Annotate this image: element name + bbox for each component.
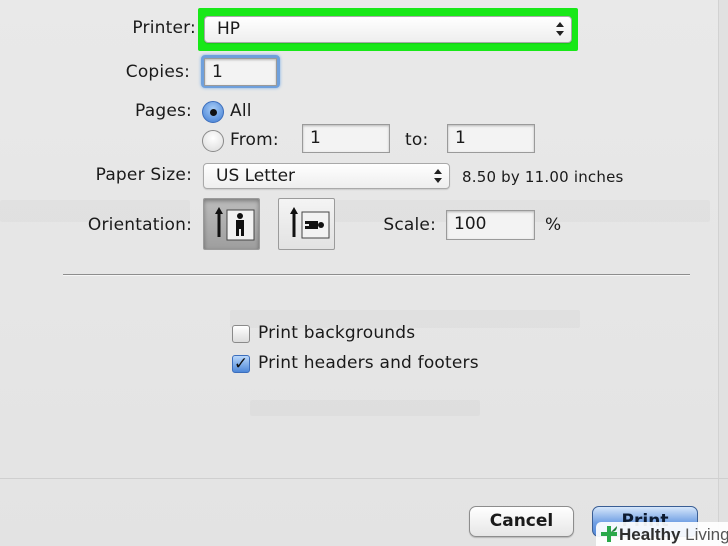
pages-label: Pages: bbox=[135, 101, 192, 121]
copies-label: Copies: bbox=[125, 62, 190, 82]
landscape-icon bbox=[290, 207, 330, 239]
updown-arrows-icon bbox=[555, 20, 565, 40]
pages-all-radio[interactable] bbox=[202, 101, 224, 123]
orientation-label: Orientation: bbox=[87, 215, 192, 235]
copies-input[interactable]: 1 bbox=[204, 58, 277, 86]
scale-input[interactable]: 100 bbox=[446, 210, 535, 240]
watermark-text-healthy: Healthy bbox=[619, 525, 681, 544]
pages-from-label[interactable]: From: bbox=[230, 130, 279, 150]
print-dialog: Printer: HP Copies: 1 Pages: All From: 1… bbox=[0, 0, 728, 546]
plus-leaf-icon bbox=[601, 526, 617, 542]
paper-size-dimensions: 8.50 by 11.00 inches bbox=[462, 168, 624, 186]
print-backgrounds-label[interactable]: Print backgrounds bbox=[258, 323, 415, 343]
pages-from-input[interactable]: 1 bbox=[302, 124, 390, 153]
checkmark-icon: ✓ bbox=[233, 354, 249, 374]
healthy-living-watermark: Healthy Living bbox=[596, 522, 728, 546]
pages-from-radio[interactable] bbox=[202, 130, 224, 152]
print-headers-footers-label[interactable]: Print headers and footers bbox=[258, 353, 479, 373]
portrait-icon bbox=[215, 207, 255, 241]
printer-label: Printer: bbox=[132, 18, 196, 38]
paper-size-select[interactable]: US Letter bbox=[203, 163, 450, 189]
print-headers-footers-checkbox[interactable]: ✓ bbox=[232, 355, 250, 373]
window-edge bbox=[718, 0, 728, 546]
print-backgrounds-checkbox[interactable] bbox=[232, 325, 250, 343]
pages-all-label[interactable]: All bbox=[230, 101, 252, 121]
pages-to-input[interactable]: 1 bbox=[447, 124, 535, 153]
printer-select[interactable]: HP bbox=[204, 16, 572, 43]
paper-size-label: Paper Size: bbox=[95, 165, 192, 185]
watermark-text-living: Living bbox=[680, 525, 728, 544]
orientation-landscape-button[interactable] bbox=[278, 198, 335, 250]
pages-to-label: to: bbox=[405, 130, 429, 150]
bottom-divider bbox=[0, 478, 728, 479]
cancel-button[interactable]: Cancel bbox=[469, 506, 574, 537]
paper-size-value: US Letter bbox=[216, 166, 296, 186]
scale-label: Scale: bbox=[383, 215, 436, 235]
scale-unit: % bbox=[545, 215, 562, 235]
section-separator bbox=[63, 274, 690, 275]
printer-value: HP bbox=[217, 19, 241, 39]
updown-arrows-icon bbox=[433, 167, 443, 187]
orientation-portrait-button[interactable] bbox=[203, 198, 260, 250]
